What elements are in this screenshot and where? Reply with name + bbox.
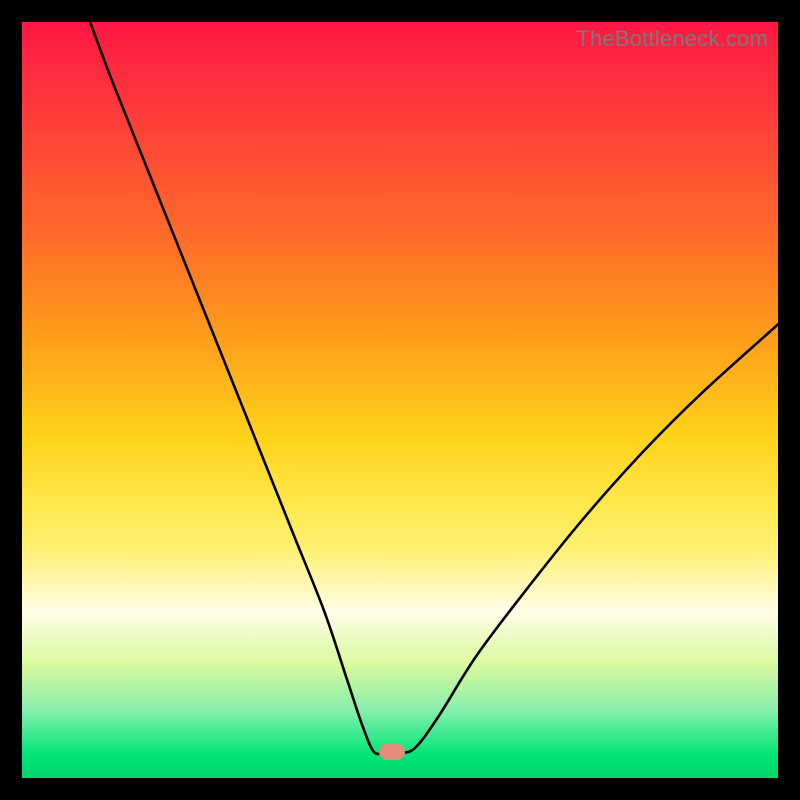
optimal-marker	[379, 744, 405, 760]
watermark-text: TheBottleneck.com	[576, 26, 768, 52]
chart-frame: TheBottleneck.com	[0, 0, 800, 800]
plot-area: TheBottleneck.com	[22, 22, 778, 778]
bottleneck-curve	[22, 22, 778, 778]
